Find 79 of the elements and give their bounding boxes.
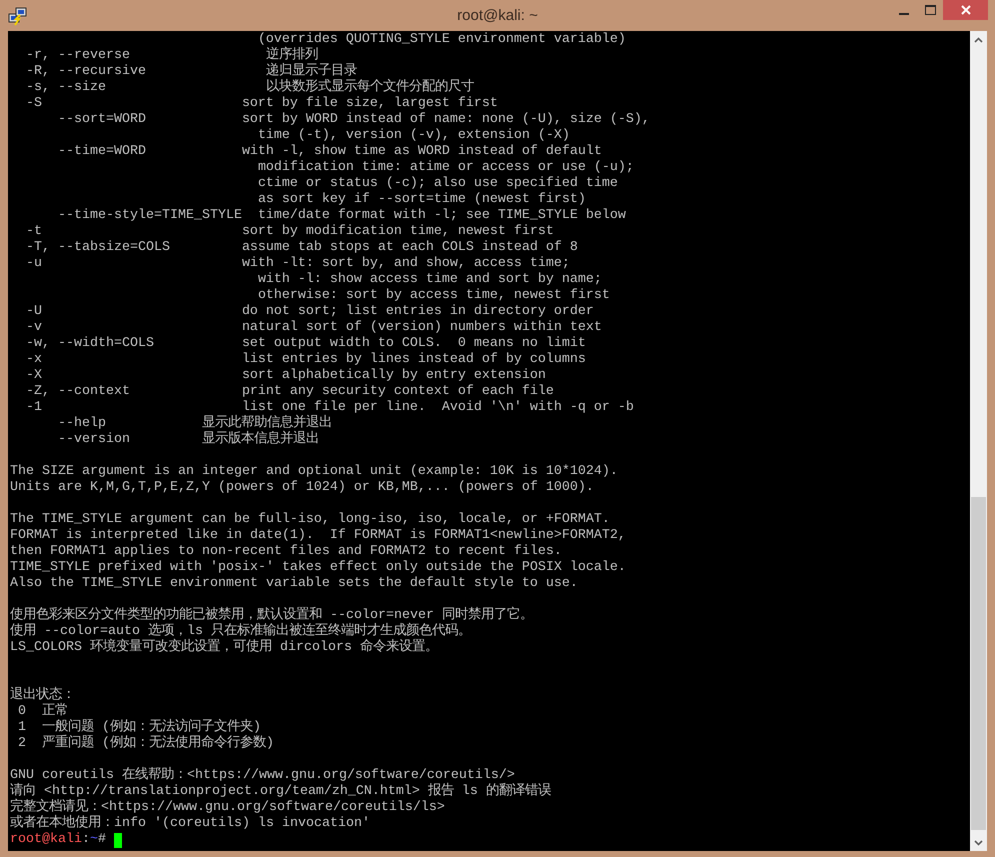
- output-line: The TIME_STYLE argument can be full-iso, long-iso, iso, locale, or +FORMAT.: [10, 512, 610, 528]
- output-line: TIME_STYLE prefixed with 'posix-' takes effect only outside the POSIX locale.: [10, 560, 626, 576]
- option-description: sort alphabetically by entry extension: [242, 368, 546, 384]
- option-description: with -lt: sort by, and show, access time;: [242, 256, 570, 272]
- output-line: 使用色彩来区分文件类型的功能已被禁用，默认设置和 --color=never 同时禁用了它。: [10, 608, 533, 623]
- option-name: -S: [26, 96, 42, 112]
- output-line: GNU coreutils 在线帮助：<https://www.gnu.org/software/coreutils/>: [10, 768, 515, 783]
- option-name: --version: [58, 432, 130, 448]
- prompt-symbol: #: [98, 832, 106, 848]
- scrollbar[interactable]: [970, 31, 987, 851]
- option-name: -s, --size: [26, 80, 106, 96]
- option-description: ctime or status (-c); also use specified time: [258, 176, 618, 192]
- option-name: -T, --tabsize=COLS: [26, 240, 170, 256]
- option-description: otherwise: sort by access time, newest first: [258, 288, 610, 304]
- option-name: --help: [58, 416, 106, 432]
- option-name: -u: [26, 256, 42, 272]
- option-description: (overrides QUOTING_STYLE environment variable): [258, 32, 626, 47]
- option-name: -w, --width=COLS: [26, 336, 154, 352]
- option-name: -r, --reverse: [26, 48, 130, 64]
- option-description: with -l: show access time and sort by name;: [258, 272, 602, 288]
- option-name: -R, --recursive: [26, 64, 146, 80]
- option-name: -U: [26, 304, 42, 320]
- output-line: 完整文档请见：<https://www.gnu.org/software/coreutils/ls>: [10, 800, 445, 815]
- output-line: The SIZE argument is an integer and optional unit (example: 10K is 10*1024).: [10, 464, 618, 480]
- output-line: LS_COLORS 环境变量可改变此设置，可使用 dircolors 命令来设置。: [10, 640, 438, 656]
- option-description: as sort key if --sort=time (newest first): [258, 192, 586, 208]
- option-name: --time=WORD: [58, 144, 146, 160]
- prompt-path: ~: [90, 832, 98, 848]
- option-description: sort by file size, largest first: [242, 96, 498, 112]
- exit-code: 0: [18, 704, 26, 720]
- option-description: natural sort of (version) numbers within text: [242, 320, 602, 336]
- output-line: 退出状态：: [10, 688, 75, 703]
- option-description: with -l, show time as WORD instead of default: [242, 144, 602, 160]
- option-description: 以块数形式显示每个文件分配的尺寸: [266, 80, 474, 96]
- option-name: -v: [26, 320, 42, 336]
- option-description: assume tab stops at each COLS instead of 8: [242, 240, 578, 256]
- option-name: -x: [26, 352, 42, 368]
- option-description: time/date format with -l; see TIME_STYLE below: [258, 208, 626, 224]
- option-description: print any security context of each file: [242, 384, 554, 400]
- output-line: 请向 <http://translationproject.org/team/zh_CN.html> 报告 ls 的翻译错误: [10, 784, 551, 799]
- option-description: set output width to COLS. 0 means no limit: [242, 336, 586, 352]
- option-description: list one file per line. Avoid '\n' with -q or -b: [242, 400, 634, 415]
- output-line: 使用 --color=auto 选项，ls 只在标准输出被连至终端时才生成颜色代码。: [10, 624, 471, 639]
- prompt-separator: :: [82, 832, 90, 848]
- output-line: Also the TIME_STYLE environment variable sets the default style to use.: [10, 576, 578, 592]
- option-name: -t: [26, 224, 42, 240]
- output-line: then FORMAT1 applies to non-recent files and FORMAT2 to recent files.: [10, 544, 562, 560]
- exit-description: 严重问题 (例如：无法使用命令行参数): [42, 736, 274, 752]
- output-line: 或者在本地使用：info '(coreutils) ls invocation': [10, 816, 370, 832]
- option-description: time (-t), version (-v), extension (-X): [258, 128, 570, 144]
- option-description: 递归显示子目录: [266, 64, 357, 79]
- prompt-user-host: root@kali: [10, 832, 82, 848]
- maximize-icon: [924, 5, 936, 15]
- option-description: list entries by lines instead of by columns: [242, 352, 586, 368]
- option-description: sort by modification time, newest first: [242, 224, 554, 240]
- option-name: -X: [26, 368, 42, 384]
- output-line: Units are K,M,G,T,P,E,Z,Y (powers of 1024) or KB,MB,... (powers of 1000).: [10, 480, 594, 496]
- option-description: do not sort; list entries in directory order: [242, 304, 594, 320]
- text-cursor: [114, 832, 122, 848]
- option-name: --sort=WORD: [58, 112, 146, 128]
- option-name: -1: [26, 400, 42, 416]
- exit-code: 1: [18, 720, 26, 736]
- exit-code: 2: [18, 736, 26, 752]
- output-line: FORMAT is interpreted like in date(1). If FORMAT is FORMAT1<newline>FORMAT2,: [10, 528, 626, 544]
- option-name: -Z, --context: [26, 384, 130, 400]
- computers-icon: [8, 6, 28, 26]
- option-description: sort by WORD instead of name: none (-U), size (-S),: [242, 112, 650, 128]
- option-description: 显示版本信息并退出: [202, 432, 319, 448]
- option-description: modification time: atime or access or use (-u);: [258, 160, 634, 176]
- exit-description: 一般问题 (例如：无法访问子文件夹): [42, 720, 261, 735]
- option-name: --time-style=TIME_STYLE: [58, 208, 242, 224]
- option-description: 显示此帮助信息并退出: [202, 416, 332, 431]
- scrollbar-thumb[interactable]: [971, 497, 986, 830]
- minimize-icon: [899, 13, 909, 15]
- close-icon: [960, 5, 970, 15]
- exit-description: 正常: [42, 704, 68, 719]
- option-description: 逆序排列: [266, 48, 318, 63]
- window-title: root@kali: ~: [457, 7, 538, 24]
- close-button[interactable]: [943, 0, 988, 20]
